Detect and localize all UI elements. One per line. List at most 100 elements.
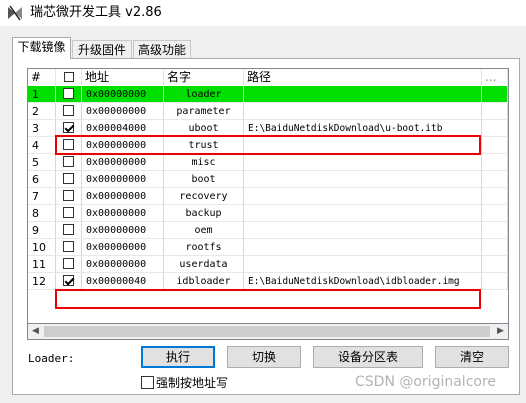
- row-path[interactable]: [244, 205, 482, 222]
- row-checkbox[interactable]: [63, 241, 74, 252]
- row-address[interactable]: 0x00000000: [82, 205, 164, 222]
- row-checkbox[interactable]: [63, 224, 74, 235]
- row-more-button[interactable]: [482, 205, 508, 222]
- table-row[interactable]: 7 0x00000000 recovery: [28, 188, 508, 205]
- row-name[interactable]: rootfs: [164, 239, 244, 256]
- row-name[interactable]: backup: [164, 205, 244, 222]
- row-more-button[interactable]: [482, 120, 508, 137]
- row-name[interactable]: boot: [164, 171, 244, 188]
- row-checkbox-cell[interactable]: [56, 103, 82, 120]
- row-checkbox-cell[interactable]: [56, 171, 82, 188]
- row-more-button[interactable]: [482, 188, 508, 205]
- row-name[interactable]: oem: [164, 222, 244, 239]
- row-path[interactable]: [244, 171, 482, 188]
- row-checkbox[interactable]: [63, 122, 74, 133]
- row-path[interactable]: [244, 86, 482, 103]
- force-address-write-checkbox[interactable]: 强制按地址写: [141, 376, 228, 390]
- scroll-right-icon[interactable]: ▶: [493, 325, 508, 338]
- row-address[interactable]: 0x00000000: [82, 222, 164, 239]
- horizontal-scrollbar[interactable]: ◀ ▶: [27, 323, 509, 340]
- row-more-button[interactable]: [482, 273, 508, 290]
- row-checkbox[interactable]: [63, 139, 74, 150]
- row-name[interactable]: parameter: [164, 103, 244, 120]
- table-row[interactable]: 1 0x00000000 loader: [28, 86, 508, 103]
- row-checkbox-cell[interactable]: [56, 256, 82, 273]
- row-path[interactable]: [244, 103, 482, 120]
- table-row[interactable]: 5 0x00000000 misc: [28, 154, 508, 171]
- row-checkbox[interactable]: [63, 173, 74, 184]
- table-row[interactable]: 10 0x00000000 rootfs: [28, 239, 508, 256]
- row-address[interactable]: 0x00000040: [82, 273, 164, 290]
- header-address[interactable]: 地址: [82, 69, 164, 86]
- row-checkbox[interactable]: [63, 88, 74, 99]
- row-name[interactable]: uboot: [164, 120, 244, 137]
- row-name[interactable]: recovery: [164, 188, 244, 205]
- header-path[interactable]: 路径: [244, 69, 482, 86]
- row-more-button[interactable]: [482, 256, 508, 273]
- row-address[interactable]: 0x00000000: [82, 171, 164, 188]
- row-path[interactable]: [244, 256, 482, 273]
- table-row[interactable]: 2 0x00000000 parameter: [28, 103, 508, 120]
- row-name[interactable]: userdata: [164, 256, 244, 273]
- row-checkbox-cell[interactable]: [56, 188, 82, 205]
- row-address[interactable]: 0x00000000: [82, 154, 164, 171]
- row-checkbox-cell[interactable]: [56, 273, 82, 290]
- row-path[interactable]: [244, 154, 482, 171]
- row-address[interactable]: 0x00000000: [82, 188, 164, 205]
- row-checkbox[interactable]: [63, 258, 74, 269]
- row-checkbox-cell[interactable]: [56, 86, 82, 103]
- row-name[interactable]: trust: [164, 137, 244, 154]
- tab-upgrade-firmware[interactable]: 升级固件: [72, 40, 132, 59]
- tab-advanced-functions[interactable]: 高级功能: [133, 40, 191, 59]
- table-row[interactable]: 8 0x00000000 backup: [28, 205, 508, 222]
- clear-button[interactable]: 清空: [435, 346, 509, 368]
- table-row[interactable]: 6 0x00000000 boot: [28, 171, 508, 188]
- table-row[interactable]: 3 0x00004000 uboot E:\BaiduNetdiskDownload\…: [28, 120, 508, 137]
- header-num[interactable]: #: [28, 69, 56, 86]
- row-path[interactable]: E:\BaiduNetdiskDownload\u-boot.itb: [244, 120, 482, 137]
- scroll-thumb[interactable]: [44, 326, 490, 337]
- row-checkbox-cell[interactable]: [56, 120, 82, 137]
- tab-download-image[interactable]: 下载镜像: [12, 37, 71, 59]
- row-checkbox[interactable]: [63, 207, 74, 218]
- row-checkbox-cell[interactable]: [56, 239, 82, 256]
- row-address[interactable]: 0x00000000: [82, 103, 164, 120]
- table-row[interactable]: 4 0x00000000 trust: [28, 137, 508, 154]
- row-checkbox-cell[interactable]: [56, 137, 82, 154]
- table-row[interactable]: 9 0x00000000 oem: [28, 222, 508, 239]
- row-checkbox[interactable]: [63, 156, 74, 167]
- row-path[interactable]: [244, 188, 482, 205]
- header-more[interactable]: ...: [482, 69, 508, 86]
- header-name[interactable]: 名字: [164, 69, 244, 86]
- header-check[interactable]: [56, 69, 82, 86]
- row-more-button[interactable]: [482, 171, 508, 188]
- row-address[interactable]: 0x00000000: [82, 239, 164, 256]
- row-path[interactable]: [244, 137, 482, 154]
- row-more-button[interactable]: [482, 103, 508, 120]
- row-path[interactable]: E:\BaiduNetdiskDownload\idbloader.img: [244, 273, 482, 290]
- row-address[interactable]: 0x00000000: [82, 256, 164, 273]
- force-address-checkbox-box[interactable]: [141, 376, 154, 389]
- row-address[interactable]: 0x00000000: [82, 86, 164, 103]
- switch-button[interactable]: 切换: [227, 346, 301, 368]
- row-name[interactable]: misc: [164, 154, 244, 171]
- table-row[interactable]: 12 0x00000040 idbloader E:\BaiduNetdiskDown…: [28, 273, 508, 290]
- row-more-button[interactable]: [482, 86, 508, 103]
- partition-table-button[interactable]: 设备分区表: [313, 346, 423, 368]
- row-checkbox[interactable]: [63, 105, 74, 116]
- row-name[interactable]: idbloader: [164, 273, 244, 290]
- row-more-button[interactable]: [482, 137, 508, 154]
- row-name[interactable]: loader: [164, 86, 244, 103]
- row-address[interactable]: 0x00004000: [82, 120, 164, 137]
- row-address[interactable]: 0x00000000: [82, 137, 164, 154]
- row-more-button[interactable]: [482, 222, 508, 239]
- row-more-button[interactable]: [482, 239, 508, 256]
- table-row[interactable]: 11 0x00000000 userdata: [28, 256, 508, 273]
- row-checkbox-cell[interactable]: [56, 222, 82, 239]
- row-checkbox-cell[interactable]: [56, 154, 82, 171]
- row-path[interactable]: [244, 222, 482, 239]
- row-checkbox[interactable]: [63, 190, 74, 201]
- header-checkbox[interactable]: [64, 72, 74, 82]
- row-more-button[interactable]: [482, 154, 508, 171]
- execute-button[interactable]: 执行: [141, 346, 215, 368]
